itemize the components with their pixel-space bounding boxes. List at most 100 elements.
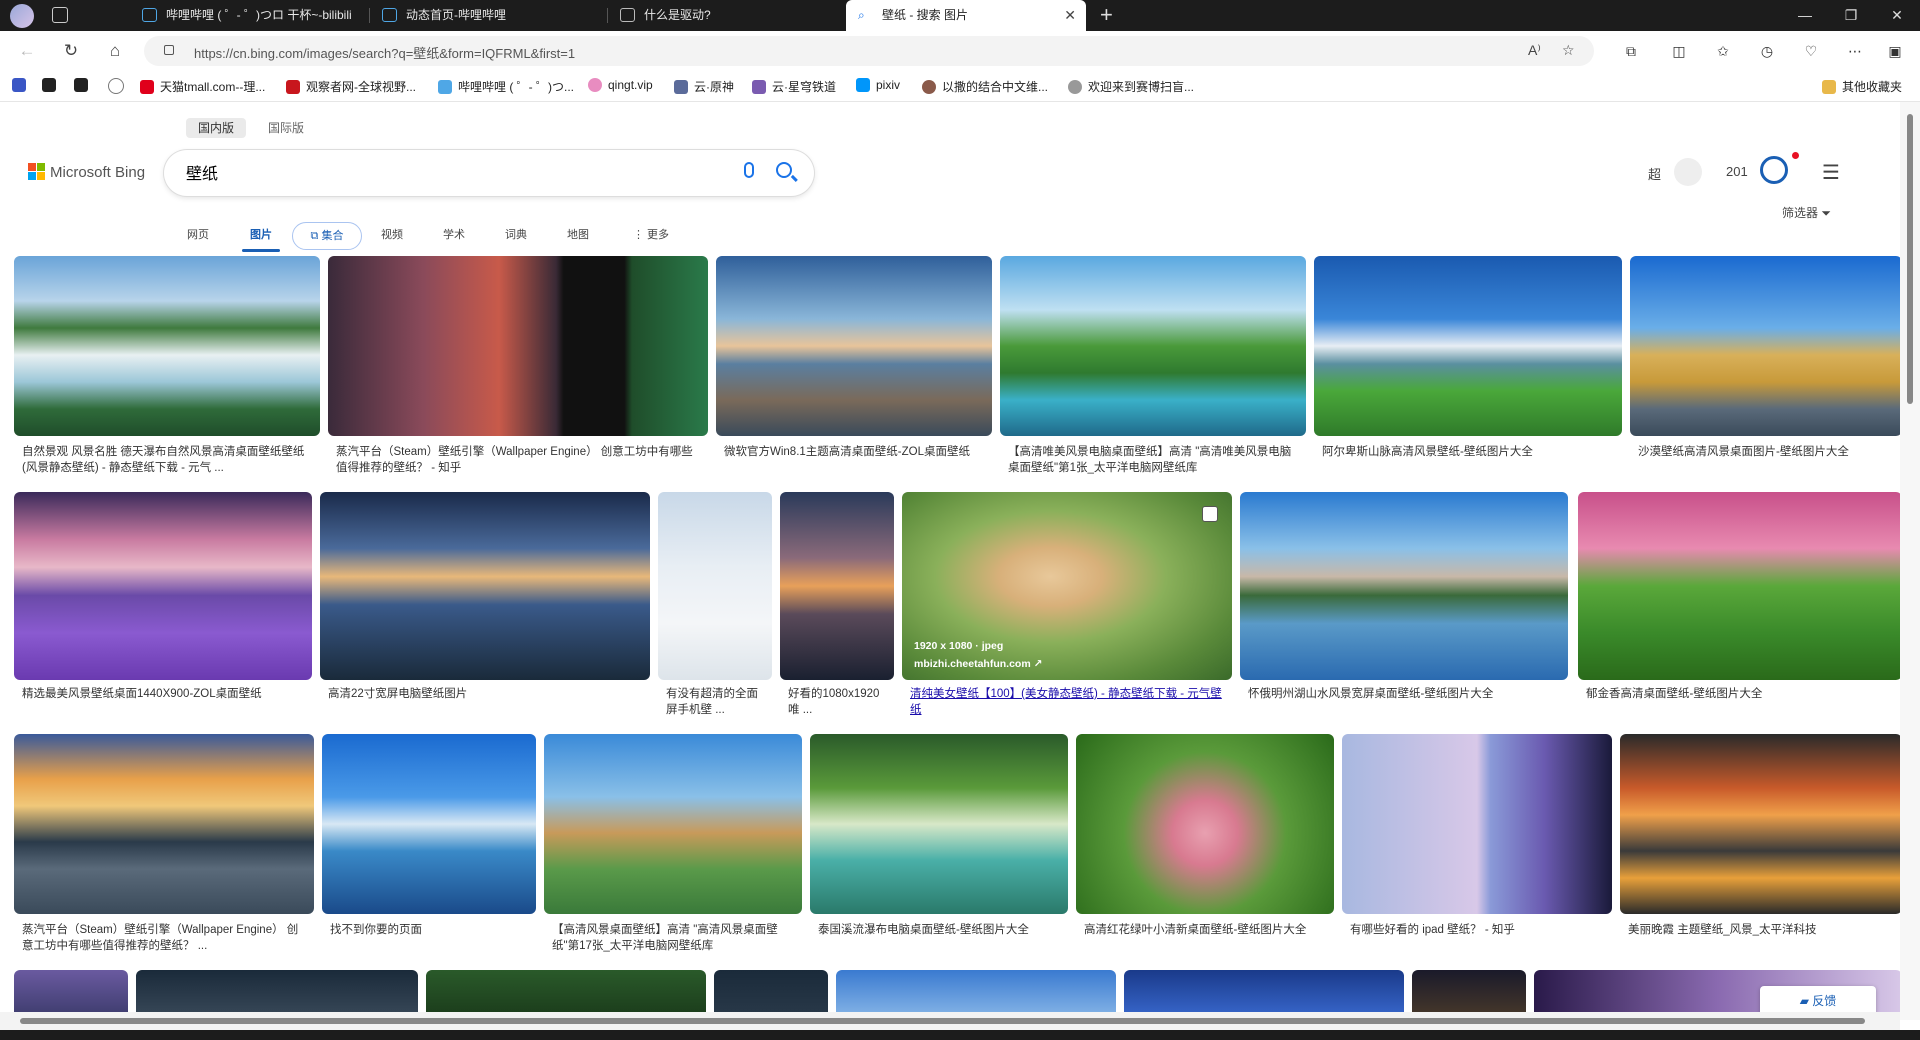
- result-caption[interactable]: 有哪些好看的 ipad 壁纸？ - 知乎: [1350, 922, 1606, 938]
- favorite-star-icon[interactable]: ☆: [1562, 42, 1575, 59]
- image-result-hovered[interactable]: 1920 x 1080 · jpeg mbizhi.cheetahfun.com…: [902, 492, 1232, 732]
- result-caption[interactable]: 高清红花绿叶小清新桌面壁纸-壁纸图片大全: [1084, 922, 1328, 938]
- lock-icon[interactable]: [164, 45, 174, 55]
- restore-button[interactable]: ❐: [1828, 0, 1874, 31]
- result-caption[interactable]: 蒸汽平台（Steam）壁纸引擎（Wallpaper Engine） 创意工坊中有…: [336, 444, 702, 476]
- scrollbar-thumb[interactable]: [1907, 114, 1913, 404]
- result-thumbnail[interactable]: [1314, 256, 1622, 436]
- image-result[interactable]: 找不到你要的页面: [322, 734, 536, 974]
- result-caption[interactable]: 阿尔卑斯山脉高清风景壁纸-壁纸图片大全: [1322, 444, 1616, 460]
- result-caption[interactable]: 自然景观 风景名胜 德天瀑布自然风景高清桌面壁纸壁纸(风景静态壁纸) - 静态壁…: [22, 444, 314, 476]
- image-result[interactable]: 怀俄明州湖山水风景宽屏桌面壁纸-壁纸图片大全: [1240, 492, 1568, 732]
- result-thumbnail[interactable]: [1630, 256, 1900, 436]
- vertical-videos[interactable]: 视频: [374, 222, 410, 248]
- close-tab-icon[interactable]: ✕: [1064, 0, 1076, 31]
- result-caption[interactable]: 找不到你要的页面: [330, 922, 530, 938]
- image-result[interactable]: 阿尔卑斯山脉高清风景壁纸-壁纸图片大全: [1314, 256, 1622, 496]
- result-caption[interactable]: 【高清风景桌面壁纸】高清 "高清风景桌面壁纸"第17张_太平洋电脑网壁纸库: [552, 922, 796, 954]
- favorite-item[interactable]: qingt.vip: [588, 78, 653, 92]
- result-thumbnail[interactable]: [328, 256, 708, 436]
- scrollbar-thumb[interactable]: [20, 1018, 1865, 1024]
- image-result[interactable]: 自然景观 风景名胜 德天瀑布自然风景高清桌面壁纸壁纸(风景静态壁纸) - 静态壁…: [14, 256, 320, 496]
- favorite-item[interactable]: 哔哩哔哩 ( ゜- ゜)つ...: [438, 78, 574, 95]
- filter-button[interactable]: 筛选器 ⏷: [1782, 204, 1831, 221]
- result-caption[interactable]: 清纯美女壁纸【100】(美女静态壁纸) - 静态壁纸下载 - 元气壁纸: [910, 686, 1226, 718]
- back-button[interactable]: ←: [14, 39, 40, 63]
- region-intl[interactable]: 国际版: [256, 118, 316, 138]
- image-result[interactable]: 好看的1080x1920唯 ...: [780, 492, 894, 732]
- result-thumbnail[interactable]: [780, 492, 894, 680]
- image-result[interactable]: 有哪些好看的 ipad 壁纸？ - 知乎: [1342, 734, 1612, 974]
- microphone-icon[interactable]: [744, 162, 754, 178]
- favorite-item[interactable]: [108, 78, 130, 94]
- result-thumbnail[interactable]: [322, 734, 536, 914]
- image-result[interactable]: 高清红花绿叶小清新桌面壁纸-壁纸图片大全: [1076, 734, 1334, 974]
- favorite-item[interactable]: 天猫tmall.com--理...: [140, 78, 265, 95]
- result-thumbnail[interactable]: [1240, 492, 1568, 680]
- split-screen-icon[interactable]: ◫: [1668, 40, 1690, 62]
- user-avatar-icon[interactable]: [1674, 158, 1702, 186]
- result-caption[interactable]: 怀俄明州湖山水风景宽屏桌面壁纸-壁纸图片大全: [1248, 686, 1562, 702]
- history-icon[interactable]: ◷: [1756, 40, 1778, 62]
- close-window-button[interactable]: ✕: [1874, 0, 1920, 31]
- result-thumbnail[interactable]: [1342, 734, 1612, 914]
- result-caption[interactable]: 美丽晚霞 主题壁纸_风景_太平洋科技: [1628, 922, 1896, 938]
- other-favorites-folder[interactable]: 其他收藏夹: [1822, 78, 1902, 95]
- result-caption[interactable]: 好看的1080x1920唯 ...: [788, 686, 888, 718]
- tab-driver[interactable]: 什么是驱动?: [608, 0, 846, 31]
- result-thumbnail[interactable]: [658, 492, 772, 680]
- favorite-item[interactable]: [74, 78, 94, 92]
- address-bar[interactable]: https://cn.bing.com/images/search?q=壁纸&f…: [144, 36, 1594, 66]
- more-menu-icon[interactable]: ⋯: [1844, 40, 1866, 62]
- result-thumbnail[interactable]: [14, 492, 312, 680]
- result-caption[interactable]: 泰国溪流瀑布电脑桌面壁纸-壁纸图片大全: [818, 922, 1062, 938]
- vertical-web[interactable]: 网页: [180, 222, 216, 248]
- tab-bilibili-dynamic[interactable]: 动态首页-哔哩哔哩: [370, 0, 608, 31]
- sidebar-toggle-icon[interactable]: ▣: [1884, 40, 1906, 62]
- home-button[interactable]: ⌂: [102, 39, 128, 63]
- vertical-more[interactable]: ⋮ 更多: [626, 222, 676, 248]
- image-result[interactable]: 【高清唯美风景电脑桌面壁纸】高清 "高清唯美风景电脑桌面壁纸"第1张_太平洋电脑…: [1000, 256, 1306, 496]
- result-thumbnail[interactable]: [14, 256, 320, 436]
- favorite-item[interactable]: 以撒的结合中文维...: [922, 78, 1048, 95]
- image-result[interactable]: 【高清风景桌面壁纸】高清 "高清风景桌面壁纸"第17张_太平洋电脑网壁纸库: [544, 734, 802, 974]
- favorite-item[interactable]: 欢迎来到赛博扫盲...: [1068, 78, 1194, 95]
- minimize-button[interactable]: —: [1782, 0, 1828, 31]
- hamburger-menu-icon[interactable]: ☰: [1822, 160, 1840, 185]
- vertical-dictionary[interactable]: 词典: [498, 222, 534, 248]
- favorite-item[interactable]: [42, 78, 62, 92]
- image-result[interactable]: 高清22寸宽屏电脑壁纸图片: [320, 492, 650, 732]
- vertical-scrollbar[interactable]: [1900, 102, 1920, 1020]
- image-source[interactable]: mbizhi.cheetahfun.com ↗: [914, 658, 1042, 670]
- vertical-collections[interactable]: ⧉ 集合: [292, 222, 362, 250]
- search-input[interactable]: [184, 162, 708, 182]
- favorite-item[interactable]: 观察者网-全球视野...: [286, 78, 416, 95]
- refresh-button[interactable]: ↻: [58, 39, 84, 63]
- result-thumbnail[interactable]: [1578, 492, 1900, 680]
- image-result[interactable]: 精选最美风景壁纸桌面1440X900-ZOL桌面壁纸: [14, 492, 312, 732]
- image-result[interactable]: 美丽晚霞 主题壁纸_风景_太平洋科技: [1620, 734, 1900, 974]
- result-thumbnail[interactable]: [1000, 256, 1306, 436]
- result-caption[interactable]: 高清22寸宽屏电脑壁纸图片: [328, 686, 644, 702]
- tab-bing-images[interactable]: ⌕ 壁纸 - 搜索 图片 ✕: [846, 0, 1086, 31]
- image-result[interactable]: 泰国溪流瀑布电脑桌面壁纸-壁纸图片大全: [810, 734, 1068, 974]
- vertical-maps[interactable]: 地图: [560, 222, 596, 248]
- image-result[interactable]: 有没有超清的全面屏手机壁 ...: [658, 492, 772, 732]
- result-caption[interactable]: 有没有超清的全面屏手机壁 ...: [666, 686, 766, 718]
- result-caption[interactable]: 蒸汽平台（Steam）壁纸引擎（Wallpaper Engine） 创意工坊中有…: [22, 922, 308, 954]
- read-aloud-icon[interactable]: A⁾: [1528, 42, 1541, 59]
- result-thumbnail[interactable]: [320, 492, 650, 680]
- add-to-collection-icon[interactable]: [1202, 506, 1218, 522]
- result-thumbnail[interactable]: [1620, 734, 1900, 914]
- user-name[interactable]: 超: [1648, 164, 1661, 183]
- result-caption[interactable]: 郁金香高清桌面壁纸-壁纸图片大全: [1586, 686, 1896, 702]
- search-icon[interactable]: [776, 162, 792, 178]
- favorite-item[interactable]: 云·原神: [674, 78, 734, 95]
- result-caption[interactable]: 微软官方Win8.1主题高清桌面壁纸-ZOL桌面壁纸: [724, 444, 986, 460]
- profile-avatar[interactable]: [10, 4, 34, 28]
- extensions-icon[interactable]: ⧉: [1620, 40, 1642, 62]
- result-thumbnail[interactable]: [14, 734, 314, 914]
- new-tab-button[interactable]: +: [1100, 2, 1113, 28]
- region-cn[interactable]: 国内版: [186, 118, 247, 138]
- rewards-points[interactable]: 201: [1726, 164, 1748, 179]
